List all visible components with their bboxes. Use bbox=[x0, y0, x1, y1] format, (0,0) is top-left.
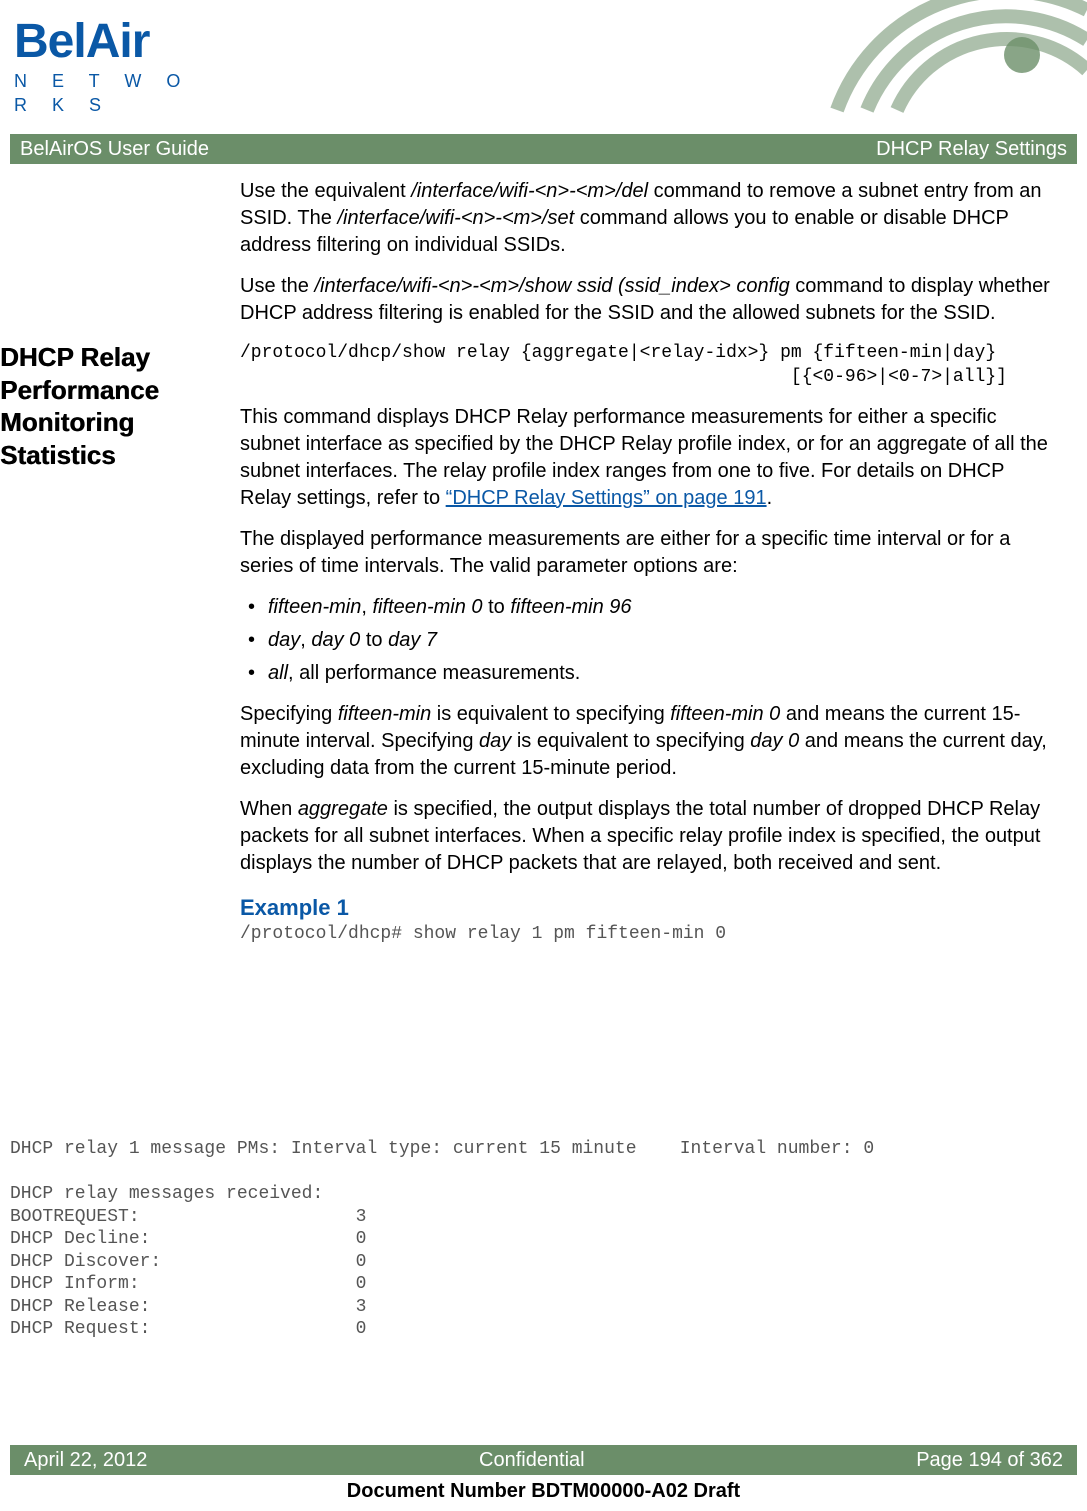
syntax-line-1: /protocol/dhcp/show relay {aggregate|<re… bbox=[240, 341, 1057, 365]
header-bar: BelAirOS User Guide DHCP Relay Settings bbox=[10, 134, 1077, 164]
brand-logo: BelAir N E T W O R K S bbox=[14, 10, 224, 117]
logo-brand-bottom: N E T W O R K S bbox=[14, 69, 224, 118]
stats-para-3: Specifying fifteen-min is equivalent to … bbox=[240, 701, 1057, 782]
stats-para-1: This command displays DHCP Relay perform… bbox=[240, 404, 1057, 512]
option-day: day, day 0 to day 7 bbox=[240, 627, 1057, 654]
example-title: Example 1 bbox=[240, 893, 1057, 923]
swoosh-icon bbox=[827, 0, 1087, 120]
logo-brand-top: BelAir bbox=[14, 10, 224, 75]
header-right: DHCP Relay Settings bbox=[876, 136, 1067, 163]
footer-date: April 22, 2012 bbox=[24, 1447, 147, 1474]
xref-link[interactable]: “DHCP Relay Settings” on page 191 bbox=[446, 487, 767, 509]
stats-para-4: When aggregate is specified, the output … bbox=[240, 796, 1057, 877]
option-fifteen-min: fifteen-min, fifteen-min 0 to fifteen-mi… bbox=[240, 594, 1057, 621]
footer-bar: April 22, 2012 Confidential Page 194 of … bbox=[10, 1445, 1077, 1475]
intro-para-2: Use the /interface/wifi-<n>-<m>/show ssi… bbox=[240, 273, 1057, 327]
intro-para-1: Use the equivalent /interface/wifi-<n>-<… bbox=[240, 178, 1057, 259]
option-all: all, all performance measurements. bbox=[240, 660, 1057, 687]
syntax-line-2: [{<0-96>|<0-7>|all}] bbox=[240, 365, 1057, 389]
section-heading: DHCP Relay Performance Monitoring Statis… bbox=[0, 341, 220, 471]
footer-confidential: Confidential bbox=[479, 1447, 585, 1474]
stats-para-2: The displayed performance measurements a… bbox=[240, 526, 1057, 580]
header-left: BelAirOS User Guide bbox=[20, 136, 209, 163]
stats-section: DHCP Relay Performance Monitoring Statis… bbox=[0, 341, 1057, 947]
document-number: Document Number BDTM00000-A02 Draft bbox=[0, 1478, 1087, 1505]
intro-block: Use the equivalent /interface/wifi-<n>-<… bbox=[240, 178, 1057, 327]
page-content: Use the equivalent /interface/wifi-<n>-<… bbox=[0, 178, 1057, 947]
options-list: fifteen-min, fifteen-min 0 to fifteen-mi… bbox=[240, 594, 1057, 687]
example-command: /protocol/dhcp# show relay 1 pm fifteen-… bbox=[240, 922, 1057, 946]
footer-page: Page 194 of 362 bbox=[916, 1447, 1063, 1474]
terminal-output: DHCP relay 1 message PMs: Interval type:… bbox=[10, 1138, 1077, 1341]
